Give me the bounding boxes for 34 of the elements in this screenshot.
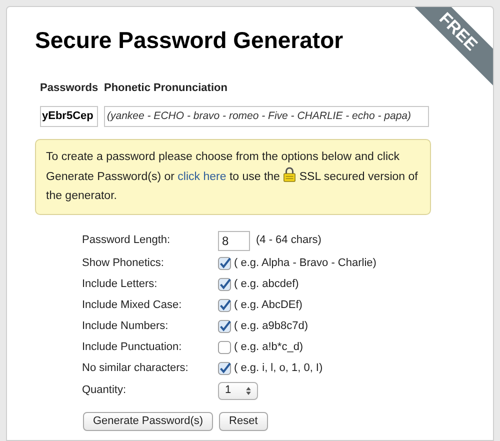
- length-field[interactable]: 8: [218, 230, 250, 250]
- option-label: No similar characters:: [82, 361, 190, 376]
- info-text: To create a password please choose from the options below and click Generate Password(s) or click here to use the SSL secured version of the generator.: [46, 150, 419, 204]
- hint-text: (4 - 64 chars): [256, 233, 322, 248]
- column-header: Passwords: [40, 81, 98, 96]
- option-label: Include Mixed Case:: [82, 298, 183, 314]
- checkbox[interactable]: [218, 341, 231, 354]
- checkbox[interactable]: [218, 320, 231, 333]
- hint-text: ( e.g. abcdef): [234, 277, 299, 292]
- password-field[interactable]: yEbr5Cep: [40, 106, 98, 126]
- reset-button[interactable]: Reset: [219, 412, 268, 430]
- generate-button[interactable]: Generate Password(s): [83, 412, 214, 430]
- hint-text: ( e.g. a!b*c_d): [234, 340, 304, 356]
- ssl-link[interactable]: click here: [178, 170, 226, 182]
- page-title: Secure Password Generator: [35, 29, 344, 52]
- quantity-select[interactable]: 1: [218, 382, 258, 400]
- column-header: Phonetic Pronunciation: [104, 81, 228, 96]
- hint-text: ( e.g. i, l, o, 1, 0, I): [234, 361, 323, 376]
- hint-text: ( e.g. Alpha - Bravo - Charlie): [234, 256, 376, 272]
- option-label: Show Phonetics:: [82, 256, 165, 272]
- hint-text: ( e.g. AbcDEf): [234, 298, 302, 314]
- checkbox[interactable]: [218, 299, 231, 312]
- option-label: Include Letters:: [82, 277, 158, 292]
- checkbox[interactable]: [218, 278, 231, 291]
- checkbox[interactable]: [218, 257, 231, 270]
- stepper-arrows-icon: [246, 386, 251, 394]
- hint-text: ( e.g. a9b8c7d): [234, 319, 308, 334]
- checkbox[interactable]: [218, 362, 231, 375]
- option-label: Password Length:: [82, 233, 172, 248]
- option-label: Include Numbers:: [82, 319, 170, 334]
- option-label: Quantity:: [82, 383, 128, 398]
- option-label: Include Punctuation:: [82, 340, 183, 356]
- padlock-icon: [283, 166, 296, 182]
- phonetic-field[interactable]: (yankee - ECHO - bravo - romeo - Five - CHARLIE - echo - papa): [104, 106, 429, 126]
